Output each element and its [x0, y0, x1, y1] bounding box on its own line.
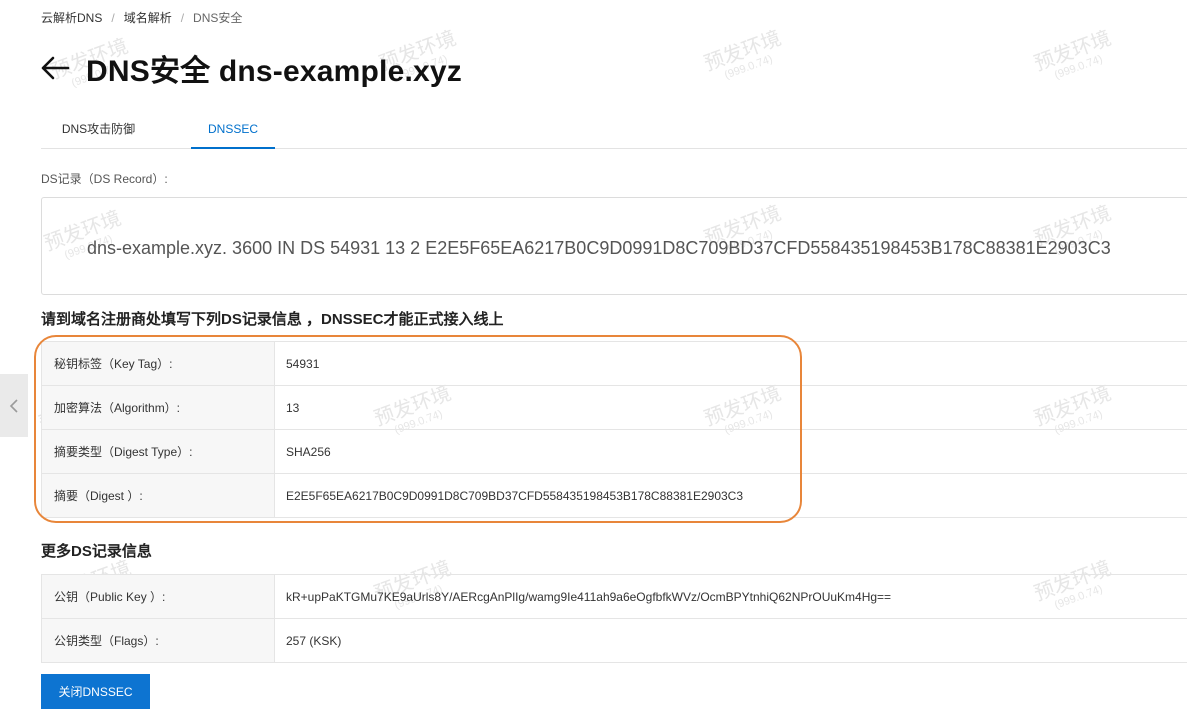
side-collapse-toggle[interactable]	[0, 374, 28, 437]
public-key-value: kR+upPaKTGMu7KE9aUrls8Y/AERcgAnPlIg/wamg…	[274, 574, 1187, 619]
digest-value: E2E5F65EA6217B0C9D0991D8C709BD37CFD55843…	[274, 473, 1187, 518]
tab-dns-attack-defense[interactable]: DNS攻击防御	[41, 110, 156, 148]
more-section-title: 更多DS记录信息	[41, 543, 152, 560]
more-info-table: 公钥（Public Key ）: kR+upPaKTGMu7KE9aUrls8Y…	[41, 574, 1187, 663]
table-row: 摘要（Digest ）: E2E5F65EA6217B0C9D0991D8C70…	[41, 473, 1187, 518]
digest-type-value: SHA256	[274, 429, 1187, 474]
breadcrumb: 云解析DNS / 域名解析 / DNS安全	[41, 9, 242, 26]
flags-value: 257 (KSK)	[274, 618, 1187, 663]
page-title: DNS安全 dns-example.xyz	[86, 55, 462, 88]
breadcrumb-item-current: DNS安全	[193, 11, 243, 25]
registrar-section-title: 请到域名注册商处填写下列DS记录信息 ，DNSSEC才能正式接入线上	[41, 311, 504, 328]
table-row: 加密算法（Algorithm）: 13	[41, 385, 1187, 430]
ds-record-box[interactable]: dns-example.xyz. 3600 IN DS 54931 13 2 E…	[41, 197, 1187, 295]
arrow-left-icon[interactable]	[40, 52, 72, 84]
ds-info-table: 秘钥标签（Key Tag）: 54931 加密算法（Algorithm）: 13…	[41, 341, 1187, 518]
breadcrumb-item-domain-resolution[interactable]: 域名解析	[124, 9, 172, 26]
key-tag-value: 54931	[274, 341, 1187, 386]
breadcrumb-separator: /	[180, 10, 185, 25]
public-key-label: 公钥（Public Key ）:	[41, 574, 275, 619]
dnssec-page: 预发环境 (999.0.74) 预发环境 (999.0.74) 预发环境 (999.0…	[0, 0, 1187, 719]
tab-dnssec[interactable]: DNSSEC	[191, 110, 275, 149]
flags-label: 公钥类型（Flags）:	[41, 618, 275, 663]
table-row: 摘要类型（Digest Type）: SHA256	[41, 429, 1187, 474]
watermark: 预发环境(999.0.74)	[1031, 27, 1115, 82]
algorithm-label: 加密算法（Algorithm）:	[41, 385, 275, 430]
algorithm-value: 13	[274, 385, 1187, 430]
disable-dnssec-button[interactable]: 关闭DNSSEC	[41, 674, 150, 709]
tab-bar: DNS攻击防御 DNSSEC	[41, 110, 1187, 149]
breadcrumb-separator: /	[111, 10, 115, 25]
page-header: DNS安全 dns-example.xyz	[40, 46, 462, 90]
table-row: 公钥类型（Flags）: 257 (KSK)	[41, 618, 1187, 663]
digest-type-label: 摘要类型（Digest Type）:	[41, 429, 275, 474]
ds-record-label: DS记录（DS Record）:	[41, 172, 168, 186]
ds-record-value: dns-example.xyz. 3600 IN DS 54931 13 2 E…	[87, 238, 1111, 258]
arrow-left-icon-svg	[41, 56, 70, 80]
watermark: 预发环境(999.0.74)	[701, 27, 785, 82]
digest-label: 摘要（Digest ）:	[41, 473, 275, 518]
breadcrumb-item-dns[interactable]: 云解析DNS	[41, 9, 102, 26]
table-row: 秘钥标签（Key Tag）: 54931	[41, 341, 1187, 386]
table-row: 公钥（Public Key ）: kR+upPaKTGMu7KE9aUrls8Y…	[41, 574, 1187, 619]
chevron-left-icon	[9, 398, 18, 413]
key-tag-label: 秘钥标签（Key Tag）:	[41, 341, 275, 386]
